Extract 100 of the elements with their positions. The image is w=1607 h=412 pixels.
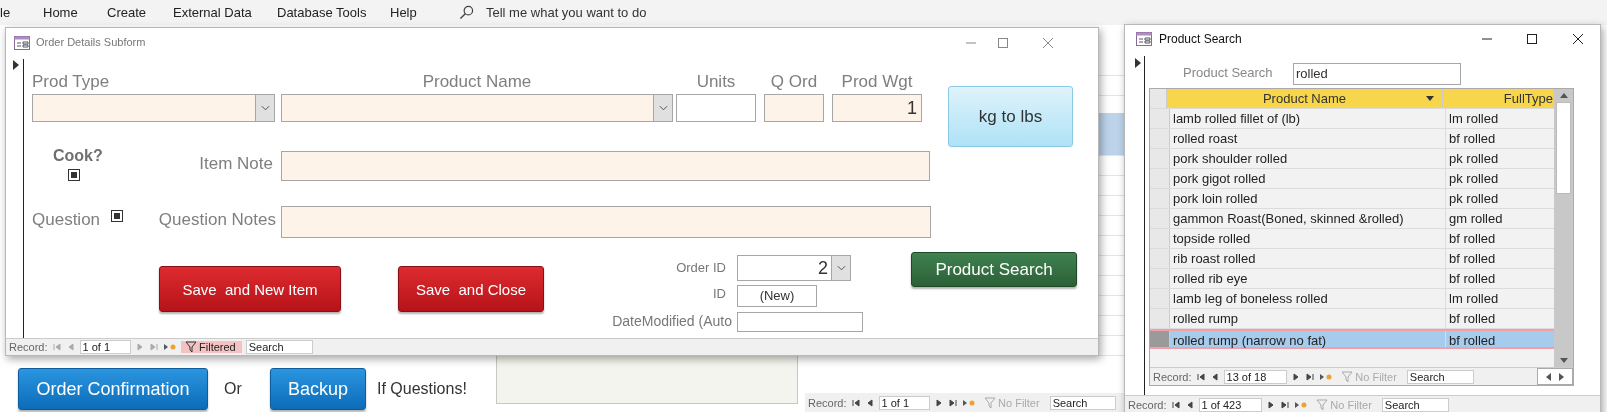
order-id-dropdown[interactable]: 2 <box>737 255 851 281</box>
field-label: Item Note <box>198 154 273 174</box>
window-title: Order Details Subform <box>36 36 146 48</box>
questions-text: If Questions! <box>377 380 467 398</box>
search-field[interactable]: Search <box>1049 395 1117 410</box>
field-label: Order ID <box>675 260 726 275</box>
sort-caret-icon[interactable] <box>1426 96 1434 101</box>
cook-checkbox[interactable] <box>68 169 80 181</box>
field-label: Product Name <box>421 72 533 92</box>
tell-me-field[interactable]: Tell me what you want to do <box>486 5 647 20</box>
item-note-field[interactable] <box>281 151 930 181</box>
new-record-icon[interactable] <box>962 397 977 408</box>
first-record-icon[interactable] <box>1195 371 1206 382</box>
prod-wgt-field[interactable]: 1 <box>832 94 922 122</box>
table-cell: lamb rolled fillet of (lb) <box>1170 109 1446 128</box>
record-label: Record: <box>9 341 48 353</box>
table-row[interactable]: lamb rolled fillet of (lb) lm rolled <box>1150 109 1554 129</box>
form-icon <box>14 36 30 50</box>
table-row[interactable]: pork shoulder rolled pk rolled <box>1150 149 1554 169</box>
table-cell: rolled roast <box>1170 129 1446 148</box>
search-field[interactable]: Search <box>1381 398 1449 412</box>
cook-label: Cook? <box>53 147 103 165</box>
search-field[interactable]: Search <box>245 340 313 354</box>
question-label: Question <box>32 210 101 230</box>
search-icon <box>459 5 474 20</box>
scroll-left-icon[interactable] <box>1546 372 1551 381</box>
table-row[interactable]: pork loin rolled pk rolled <box>1150 189 1554 209</box>
record-label: Record: <box>808 396 847 409</box>
table-row[interactable]: topside rolled bf rolled <box>1150 229 1554 249</box>
record-label: Record: <box>1128 399 1167 411</box>
new-record-icon[interactable] <box>163 342 178 352</box>
column-header[interactable]: Product Name <box>1167 89 1443 108</box>
table-cell: rolled rump <box>1170 309 1446 328</box>
search-field[interactable]: Search <box>1406 369 1474 384</box>
record-position-field[interactable]: 13 of 18 <box>1223 369 1288 384</box>
scroll-right-icon[interactable] <box>1559 372 1564 381</box>
maximize-icon[interactable] <box>1526 33 1538 45</box>
field-label: Q Ord <box>769 72 819 92</box>
product-name-dropdown[interactable] <box>281 94 673 122</box>
table-row[interactable]: rolled rib eye bf rolled <box>1150 269 1554 289</box>
field-label: Prod Type <box>32 72 110 92</box>
question-notes-field[interactable] <box>281 206 931 238</box>
table-cell: pork gigot rolled <box>1170 169 1446 188</box>
record-label: Record: <box>1153 370 1192 383</box>
field-label: Units <box>695 72 737 92</box>
table-cell: lamb leg of boneless rolled <box>1170 289 1446 308</box>
backup-button[interactable]: Backup <box>270 368 366 410</box>
q-ord-field[interactable] <box>764 94 824 122</box>
new-record-icon[interactable] <box>1294 400 1309 410</box>
save-and-close-button[interactable]: Save and Close <box>398 266 544 312</box>
window-title: Product Search <box>1159 32 1242 46</box>
save-and-new-button[interactable]: Save and New Item <box>159 266 341 312</box>
table-cell: rib roast rolled <box>1170 249 1446 268</box>
scroll-up-icon[interactable] <box>1559 93 1568 98</box>
record-position-field[interactable]: 1 of 1 <box>878 395 931 410</box>
id-field[interactable]: (New) <box>737 285 817 307</box>
record-selector-icon <box>1134 58 1142 68</box>
question-checkbox[interactable] <box>111 210 123 222</box>
product-search-button[interactable]: Product Search <box>911 252 1077 287</box>
table-cell: rolled rib eye <box>1170 269 1446 288</box>
record-position-field[interactable]: 1 of 423 <box>1198 398 1263 412</box>
table-cell: pork shoulder rolled <box>1170 149 1446 168</box>
ribbon-tab[interactable]: Home <box>43 5 107 20</box>
ribbon-tab[interactable]: External Data <box>173 5 277 20</box>
order-confirmation-button[interactable]: Order Confirmation <box>18 368 208 410</box>
last-record-icon[interactable] <box>1305 371 1316 382</box>
horizontal-scrollbar[interactable] <box>1537 368 1573 385</box>
filter-label[interactable]: Filtered <box>199 341 236 353</box>
table-row[interactable]: rolled rump bf rolled <box>1150 309 1554 329</box>
kg-to-lbs-button[interactable]: kg to lbs <box>948 86 1073 147</box>
filter-toggle[interactable]: Filtered <box>181 341 242 353</box>
filter-icon[interactable] <box>185 341 198 353</box>
units-field[interactable] <box>676 94 756 122</box>
first-record-icon[interactable] <box>1170 400 1181 410</box>
date-modified-field[interactable] <box>737 312 863 332</box>
field-label: DateModified (Auto <box>611 313 732 329</box>
form-icon <box>1136 32 1152 46</box>
record-selector-icon <box>12 60 20 70</box>
new-record-icon[interactable] <box>1319 371 1334 382</box>
field-label: Question Notes <box>157 210 276 230</box>
first-record-icon[interactable] <box>850 397 861 408</box>
field-label: Prod Wgt <box>840 72 914 92</box>
scroll-down-icon[interactable] <box>1559 358 1568 363</box>
order-id-value: 2 <box>818 258 828 278</box>
product-search-field[interactable]: rolled <box>1293 63 1461 85</box>
search-label: Product Search <box>1183 65 1273 80</box>
ribbon-tab[interactable]: le <box>0 5 43 20</box>
last-record-icon[interactable] <box>1280 400 1291 410</box>
field-label: ID <box>712 286 726 301</box>
last-record-icon[interactable] <box>948 397 959 408</box>
close-icon[interactable] <box>1572 33 1584 45</box>
ribbon-tab[interactable]: Help <box>390 5 456 20</box>
table-row[interactable]: rolled rump (narrow no fat) bf rolled <box>1150 329 1554 349</box>
prod-type-dropdown[interactable] <box>32 94 275 122</box>
row-selector[interactable] <box>1150 331 1170 347</box>
table-cell: topside rolled <box>1170 229 1446 248</box>
vertical-scrollbar[interactable] <box>1554 89 1573 367</box>
ribbon-tab[interactable]: Create <box>107 5 173 20</box>
record-position-field[interactable]: 1 of 1 <box>79 340 132 354</box>
ribbon-tab[interactable]: Database Tools <box>277 5 390 20</box>
